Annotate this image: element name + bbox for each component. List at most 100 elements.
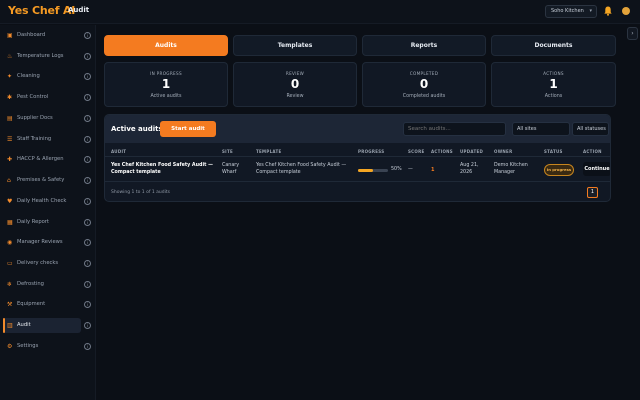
- audit-site-line2: Wharf: [222, 169, 237, 175]
- column-header-actions: ACTIONS: [431, 149, 453, 154]
- sidebar-item-label: Settings: [17, 343, 39, 349]
- sidebar-item-pest-control[interactable]: ✱ Pest Control: [3, 90, 81, 105]
- audit-actions-count[interactable]: 1: [431, 167, 434, 173]
- stat-heading: IN PROGRESS: [150, 71, 182, 76]
- sidebar-item-temperature-logs[interactable]: ♨ Temperature Logs: [3, 49, 81, 64]
- sidebar-item-staff-training[interactable]: ☰ Staff Training: [3, 132, 81, 147]
- info-icon[interactable]: i: [84, 322, 91, 329]
- sidebar-item-daily-report[interactable]: ▦ Daily Report: [3, 215, 81, 230]
- stat-subtitle: Actions: [544, 94, 563, 99]
- sidebar-item-premises-and-safety[interactable]: ⌂ Premises & Safety: [3, 173, 81, 188]
- audit-owner-line2: Manager: [494, 169, 516, 175]
- audit-template-line2: Compact template: [256, 169, 301, 175]
- audit-owner: Demo Kitchen Manager: [494, 163, 528, 176]
- audit-name-line1: Yes Chef Kitchen Food Safety Audit —: [111, 163, 213, 168]
- status-filter-select[interactable]: All statuses: [572, 122, 609, 136]
- tab-documents[interactable]: Documents: [491, 35, 616, 56]
- sidebar-item-label: Temperature Logs: [17, 53, 64, 59]
- audit-site: Canary Wharf: [222, 163, 239, 176]
- dashboard-icon: ▣: [7, 32, 13, 39]
- page-breadcrumb: Audit: [68, 6, 90, 14]
- panel-title: Active audits: [111, 125, 163, 133]
- progress-bar-fill: [358, 169, 373, 172]
- location-select[interactable]: Soho Kitchen ▾: [545, 5, 597, 18]
- supplier-docs-icon: ▤: [7, 115, 13, 122]
- sidebar-item-label: Supplier Docs: [17, 115, 53, 121]
- progress-bar: [358, 169, 388, 172]
- stat-card-review: REVIEW 0 Review: [233, 62, 357, 107]
- sidebar-item-label: Daily Health Check: [17, 198, 67, 204]
- sidebar-item-supplier-docs[interactable]: ▤ Supplier Docs: [3, 111, 81, 126]
- pest-control-icon: ✱: [7, 94, 13, 101]
- sidebar-item-daily-health-check[interactable]: ♥ Daily Health Check: [3, 194, 81, 209]
- sidebar-item-settings[interactable]: ⚙ Settings: [3, 339, 81, 354]
- info-icon[interactable]: i: [84, 281, 91, 288]
- sidebar-item-audit[interactable]: ▥ Audit: [3, 318, 81, 333]
- sidebar-item-manager-reviews[interactable]: ◉ Manager Reviews: [3, 235, 81, 250]
- equipment-icon: ⚒: [7, 301, 13, 308]
- column-header-template: TEMPLATE: [256, 149, 282, 154]
- audit-template: Yes Chef Kitchen Food Safety Audit — Com…: [256, 163, 346, 176]
- info-icon[interactable]: i: [84, 136, 91, 143]
- start-audit-button[interactable]: Start audit: [160, 121, 216, 137]
- search-audits-input[interactable]: [403, 122, 506, 136]
- top-bar: Yes Chef AI Audit Soho Kitchen ▾: [0, 0, 640, 24]
- stat-card-in-progress: IN PROGRESS 1 Active audits: [104, 62, 228, 107]
- tab-audits[interactable]: Audits: [104, 35, 228, 56]
- sidebar-item-label: Premises & Safety: [17, 177, 65, 183]
- audit-updated: Aug 21, 2026: [460, 163, 479, 176]
- column-header-updated: UPDATED: [460, 149, 484, 154]
- sidebar-item-label: Defrosting: [17, 281, 44, 287]
- user-avatar[interactable]: [622, 7, 630, 15]
- staff-training-icon: ☰: [7, 136, 13, 143]
- sidebar-item-delivery-checks[interactable]: ▭ Delivery checks: [3, 256, 81, 271]
- info-icon[interactable]: i: [84, 260, 91, 267]
- column-header-action: ACTION: [583, 149, 602, 154]
- site-filter-select[interactable]: All sites: [512, 122, 570, 136]
- info-icon[interactable]: i: [84, 156, 91, 163]
- sidebar-item-label: Manager Reviews: [17, 239, 63, 245]
- column-header-audit: AUDIT: [111, 149, 127, 154]
- sidebar-item-equipment[interactable]: ⚒ Equipment: [3, 297, 81, 312]
- info-icon[interactable]: i: [84, 239, 91, 246]
- audit-updated-line1: Aug 21,: [460, 163, 479, 168]
- column-header-progress: PROGRESS: [358, 149, 385, 154]
- column-header-status: STATUS: [544, 149, 563, 154]
- info-icon[interactable]: i: [84, 94, 91, 101]
- sidebar-item-dashboard[interactable]: ▣ Dashboard: [3, 28, 81, 43]
- column-header-score: SCORE: [408, 149, 425, 154]
- info-icon[interactable]: i: [84, 219, 91, 226]
- audit-owner-line1: Demo Kitchen: [494, 163, 528, 168]
- info-icon[interactable]: i: [84, 73, 91, 80]
- info-icon[interactable]: i: [84, 301, 91, 308]
- sidebar-item-cleaning[interactable]: ✦ Cleaning: [3, 69, 81, 84]
- audit-name[interactable]: Yes Chef Kitchen Food Safety Audit — Com…: [111, 163, 213, 176]
- sidebar-item-haccp-and-allergen[interactable]: ✚ HACCP & Allergen: [3, 152, 81, 167]
- info-icon[interactable]: i: [84, 53, 91, 60]
- info-icon[interactable]: i: [84, 343, 91, 350]
- sidebar-item-defrosting[interactable]: ❄ Defrosting: [3, 277, 81, 292]
- sidebar-item-label: Pest Control: [17, 94, 49, 100]
- continue-button[interactable]: Continue: [583, 162, 610, 176]
- premises-and-safety-icon: ⌂: [7, 177, 11, 184]
- progress-label: 50%: [391, 167, 402, 172]
- bell-icon[interactable]: [604, 6, 612, 16]
- audit-site-line1: Canary: [222, 163, 240, 168]
- info-icon[interactable]: i: [84, 177, 91, 184]
- sidebar-item-label: Dashboard: [17, 32, 46, 38]
- info-icon[interactable]: i: [84, 115, 91, 122]
- audit-icon: ▥: [7, 322, 13, 329]
- stat-card-completed: COMPLETED 0 Completed audits: [362, 62, 486, 107]
- tab-reports[interactable]: Reports: [362, 35, 486, 56]
- info-icon[interactable]: i: [84, 32, 91, 39]
- pagination-summary: Showing 1 to 1 of 1 audits: [111, 190, 170, 195]
- stat-heading: ACTIONS: [543, 71, 564, 76]
- manager-reviews-icon: ◉: [7, 239, 13, 246]
- pagination-page-button[interactable]: 1: [587, 187, 598, 198]
- stat-value: 1: [549, 77, 558, 91]
- tab-templates[interactable]: Templates: [233, 35, 357, 56]
- info-icon[interactable]: i: [84, 198, 91, 205]
- audit-score: —: [408, 167, 413, 172]
- expand-panel-button[interactable]: ›: [627, 27, 638, 40]
- brand-logo[interactable]: Yes Chef AI: [8, 4, 75, 17]
